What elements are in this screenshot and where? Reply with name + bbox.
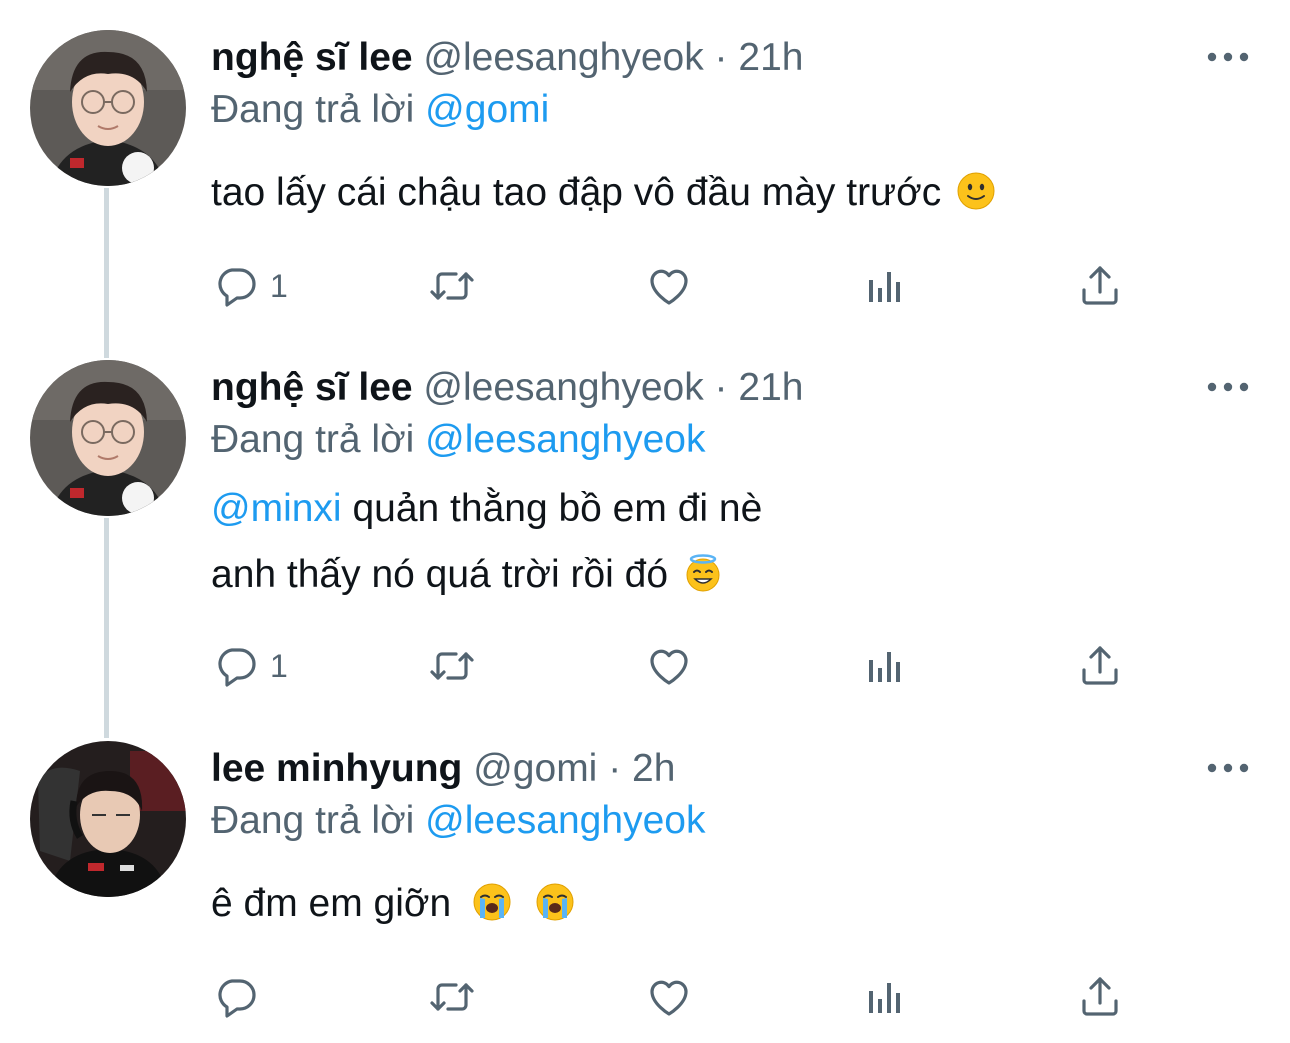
reply-icon bbox=[212, 642, 260, 690]
analytics-button[interactable] bbox=[861, 636, 909, 696]
reply-button[interactable]: 1 bbox=[212, 636, 288, 696]
share-button[interactable] bbox=[1076, 636, 1124, 696]
replying-mention[interactable]: @leesanghyeok bbox=[425, 418, 705, 461]
like-icon bbox=[645, 642, 693, 690]
like-button[interactable] bbox=[645, 636, 693, 696]
replying-prefix: Đang trả lời bbox=[211, 418, 415, 461]
like-icon bbox=[645, 262, 693, 310]
display-name[interactable]: nghệ sĩ lee bbox=[211, 36, 413, 79]
share-button[interactable] bbox=[1076, 256, 1124, 316]
retweet-icon bbox=[428, 973, 476, 1021]
separator: · bbox=[714, 366, 728, 409]
handle[interactable]: @leesanghyeok bbox=[423, 36, 703, 79]
tweet-header: nghệ sĩ lee @leesanghyeok · 21h bbox=[211, 36, 803, 80]
tweet-text-line: anh thấy nó quá trời rồi đó bbox=[211, 553, 669, 596]
avatar[interactable] bbox=[30, 360, 186, 516]
retweet-button[interactable] bbox=[428, 256, 476, 316]
display-name[interactable]: lee minhyung bbox=[211, 747, 462, 790]
replying-to: Đang trả lời @leesanghyeok bbox=[211, 418, 705, 462]
like-button[interactable] bbox=[645, 967, 693, 1027]
reply-icon bbox=[212, 973, 260, 1021]
handle[interactable]: @leesanghyeok bbox=[423, 366, 703, 409]
tweet-header: nghệ sĩ lee @leesanghyeok · 21h bbox=[211, 366, 803, 410]
tweet[interactable]: lee minhyung @gomi · 2h Đang trả lời @le… bbox=[0, 711, 1290, 1043]
timestamp[interactable]: 21h bbox=[738, 36, 803, 79]
analytics-button[interactable] bbox=[861, 967, 909, 1027]
tweet-actions: 1 bbox=[0, 256, 1290, 316]
tweet-actions bbox=[0, 967, 1290, 1027]
replying-to: Đang trả lời @leesanghyeok bbox=[211, 799, 705, 843]
reply-count: 1 bbox=[270, 647, 288, 684]
handle[interactable]: @gomi bbox=[473, 747, 597, 790]
retweet-icon bbox=[428, 262, 476, 310]
share-icon bbox=[1076, 262, 1124, 310]
more-icon[interactable] bbox=[1206, 380, 1250, 394]
like-button[interactable] bbox=[645, 256, 693, 316]
replying-mention[interactable]: @leesanghyeok bbox=[425, 799, 705, 842]
loudly-crying-face-icon bbox=[535, 882, 575, 922]
analytics-icon bbox=[861, 973, 909, 1021]
tweet-text: anh thấy nó quá trời rồi đó bbox=[211, 542, 723, 608]
loudly-crying-face-icon bbox=[472, 882, 512, 922]
reply-button[interactable] bbox=[212, 967, 270, 1027]
replying-prefix: Đang trả lời bbox=[211, 799, 415, 842]
slightly-smiling-face-icon bbox=[956, 171, 996, 211]
smiling-face-with-halo-icon bbox=[683, 553, 723, 593]
retweet-icon bbox=[428, 642, 476, 690]
share-button[interactable] bbox=[1076, 967, 1124, 1027]
more-icon[interactable] bbox=[1206, 50, 1250, 64]
separator: · bbox=[714, 36, 728, 79]
more-icon[interactable] bbox=[1206, 761, 1250, 775]
analytics-button[interactable] bbox=[861, 256, 909, 316]
like-icon bbox=[645, 973, 693, 1021]
tweet-actions: 1 bbox=[0, 636, 1290, 696]
share-icon bbox=[1076, 973, 1124, 1021]
reply-icon bbox=[212, 262, 260, 310]
display-name[interactable]: nghệ sĩ lee bbox=[211, 366, 413, 409]
replying-prefix: Đang trả lời bbox=[211, 88, 415, 131]
tweet-text-line: ê đm em giỡn bbox=[211, 882, 452, 925]
separator: · bbox=[608, 747, 622, 790]
replying-mention[interactable]: @gomi bbox=[425, 88, 549, 131]
timestamp[interactable]: 2h bbox=[632, 747, 675, 790]
tweet-header: lee minhyung @gomi · 2h bbox=[211, 747, 675, 791]
share-icon bbox=[1076, 642, 1124, 690]
tweet-text-line: tao lấy cái chậu tao đập vô đầu mày trướ… bbox=[211, 171, 942, 214]
retweet-button[interactable] bbox=[428, 636, 476, 696]
analytics-icon bbox=[861, 262, 909, 310]
reply-button[interactable]: 1 bbox=[212, 256, 288, 316]
analytics-icon bbox=[861, 642, 909, 690]
timestamp[interactable]: 21h bbox=[738, 366, 803, 409]
avatar[interactable] bbox=[30, 741, 186, 897]
avatar[interactable] bbox=[30, 30, 186, 186]
tweet[interactable]: nghệ sĩ lee @leesanghyeok · 21h Đang trả… bbox=[0, 330, 1290, 710]
tweet-text: tao lấy cái chậu tao đập vô đầu mày trướ… bbox=[211, 160, 996, 226]
mention-link[interactable]: @minxi bbox=[211, 487, 342, 530]
replying-to: Đang trả lời @gomi bbox=[211, 88, 549, 132]
retweet-button[interactable] bbox=[428, 967, 476, 1027]
tweet-text: @minxi quản thằng bồ em đi nè bbox=[211, 476, 762, 542]
tweet-text: ê đm em giỡn bbox=[211, 871, 575, 937]
tweet[interactable]: nghệ sĩ lee @leesanghyeok · 21h Đang trả… bbox=[0, 0, 1290, 330]
reply-count: 1 bbox=[270, 267, 288, 304]
tweet-text-line: quản thằng bồ em đi nè bbox=[341, 487, 763, 530]
